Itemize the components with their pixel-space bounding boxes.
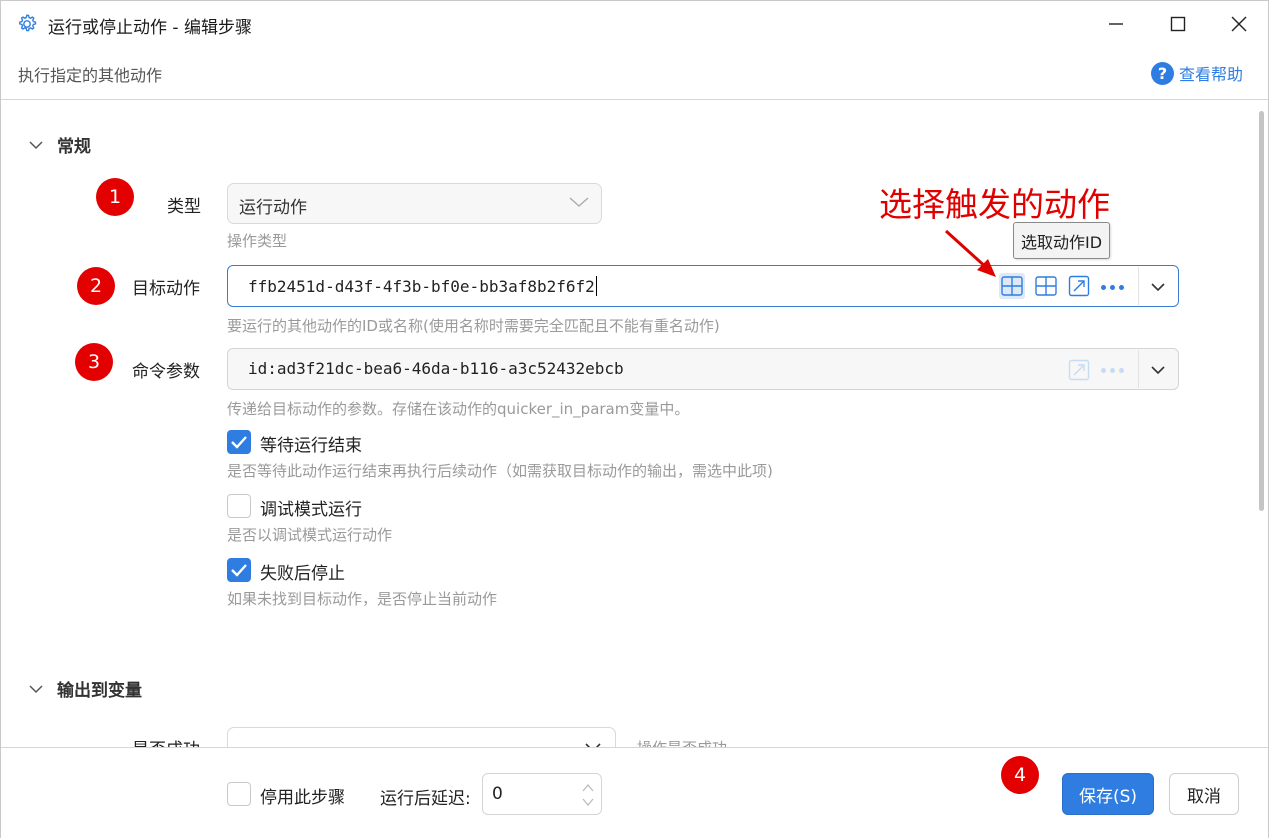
wait-finish-checkbox[interactable] <box>227 430 251 454</box>
type-hint: 操作类型 <box>227 232 288 250</box>
cancel-button[interactable]: 取消 <box>1169 773 1239 815</box>
maximize-icon <box>1170 16 1186 32</box>
step-badge-4: 4 <box>1001 756 1039 794</box>
debug-mode-label[interactable]: 调试模式运行 <box>260 495 362 520</box>
checkmark-icon <box>231 436 247 449</box>
more-options-icon[interactable] <box>1101 285 1124 290</box>
external-link-icon <box>1068 359 1090 381</box>
section-output-title: 输出到变量 <box>57 681 142 701</box>
dropdown-divider <box>1138 267 1139 305</box>
help-link[interactable]: ? 查看帮助 <box>1151 61 1243 85</box>
open-action-button[interactable] <box>1066 273 1092 299</box>
target-action-input[interactable]: ffb2451d-d43f-4f3b-bf0e-bb3af8b2f6f2 <box>227 265 1179 307</box>
close-button[interactable] <box>1209 1 1269 47</box>
debug-mode-checkbox[interactable] <box>227 494 251 518</box>
gear-icon <box>19 14 37 32</box>
window-title: 运行或停止动作 - 编辑步骤 <box>48 18 252 38</box>
text-caret <box>595 276 597 296</box>
disable-step-label[interactable]: 停用此步骤 <box>260 783 345 808</box>
target-action-label: 目标动作 <box>132 279 200 299</box>
stop-on-fail-checkbox[interactable] <box>227 558 251 582</box>
chevron-down-icon <box>29 684 43 693</box>
section-general-header[interactable]: 常规 <box>27 132 91 157</box>
question-circle-icon: ? <box>1151 61 1174 85</box>
minimize-icon <box>1109 23 1123 25</box>
section-output-header[interactable]: 输出到变量 <box>27 676 142 701</box>
command-params-input[interactable]: id:ad3f21dc-bea6-46da-b116-a3c52432ebcb <box>227 348 1179 390</box>
success-variable-select[interactable] <box>227 727 616 747</box>
scrollbar-thumb[interactable] <box>1259 111 1264 511</box>
grid-icon <box>1035 276 1057 296</box>
spinner-arrows-icon[interactable] <box>581 781 595 809</box>
type-label: 类型 <box>167 197 201 217</box>
target-action-value-wrap: ffb2451d-d43f-4f3b-bf0e-bb3af8b2f6f2 <box>248 276 597 296</box>
minimize-button[interactable] <box>1086 1 1146 47</box>
delay-spinner[interactable]: 0 <box>482 773 602 815</box>
delay-label: 运行后延迟: <box>380 789 471 809</box>
annotation-arrow-icon <box>944 229 996 277</box>
external-link-icon <box>1068 275 1090 297</box>
more-options-icon[interactable] <box>1101 368 1124 373</box>
title-bar: 运行或停止动作 - 编辑步骤 <box>1 1 1268 47</box>
checkmark-icon <box>231 564 247 577</box>
chevron-down-icon[interactable] <box>1150 364 1166 376</box>
annotation-text: 选择触发的动作 <box>879 185 1110 224</box>
command-params-value: id:ad3f21dc-bea6-46da-b116-a3c52432ebcb <box>248 359 624 378</box>
page-subtitle: 执行指定的其他动作 <box>18 66 163 85</box>
help-link-label: 查看帮助 <box>1179 65 1244 84</box>
maximize-button[interactable] <box>1148 1 1208 47</box>
target-action-hint: 要运行的其他动作的ID或名称(使用名称时需要完全匹配且不能有重名动作) <box>227 317 720 335</box>
chevron-down-icon <box>569 197 589 207</box>
type-select[interactable]: 运行动作 <box>227 183 602 224</box>
success-label: 是否成功 <box>132 735 200 747</box>
step-badge-2: 2 <box>77 267 115 305</box>
open-params-button[interactable] <box>1066 357 1092 383</box>
select-action-button[interactable] <box>1033 273 1059 299</box>
grid-icon <box>1001 276 1023 296</box>
stop-on-fail-label[interactable]: 失败后停止 <box>260 559 345 584</box>
section-general-title: 常规 <box>57 137 91 157</box>
wait-finish-hint: 是否等待此动作运行结束再执行后续动作（如需获取目标动作的输出，需选中此项) <box>227 462 773 480</box>
pick-action-id-button[interactable] <box>999 273 1025 299</box>
dropdown-divider <box>1138 350 1139 388</box>
chevron-down-icon[interactable] <box>1150 281 1166 293</box>
wait-finish-label[interactable]: 等待运行结束 <box>260 431 362 456</box>
step-badge-3: 3 <box>75 343 113 381</box>
stop-on-fail-hint: 如果未找到目标动作，是否停止当前动作 <box>227 590 498 608</box>
pick-action-tooltip: 选取动作ID <box>1013 222 1111 259</box>
type-select-value: 运行动作 <box>239 198 307 218</box>
command-params-label: 命令参数 <box>132 362 200 382</box>
success-hint: 操作是否成功 <box>637 737 727 747</box>
target-action-value: ffb2451d-d43f-4f3b-bf0e-bb3af8b2f6f2 <box>248 277 595 296</box>
dialog-window: 运行或停止动作 - 编辑步骤 执行指定的其他动作 ? 查看帮助 常规 1 类型 … <box>0 0 1269 838</box>
disable-step-checkbox[interactable] <box>227 782 251 806</box>
delay-value: 0 <box>492 784 503 804</box>
save-button[interactable]: 保存(S) <box>1062 773 1154 815</box>
close-icon <box>1231 16 1247 32</box>
debug-mode-hint: 是否以调试模式运行动作 <box>227 526 393 544</box>
step-badge-1: 1 <box>96 178 134 216</box>
chevron-down-icon <box>29 140 43 149</box>
footer-bar: 停用此步骤 运行后延迟: 0 4 保存(S) 取消 <box>1 748 1268 838</box>
command-params-hint: 传递给目标动作的参数。存储在该动作的quicker_in_param变量中。 <box>227 400 690 418</box>
